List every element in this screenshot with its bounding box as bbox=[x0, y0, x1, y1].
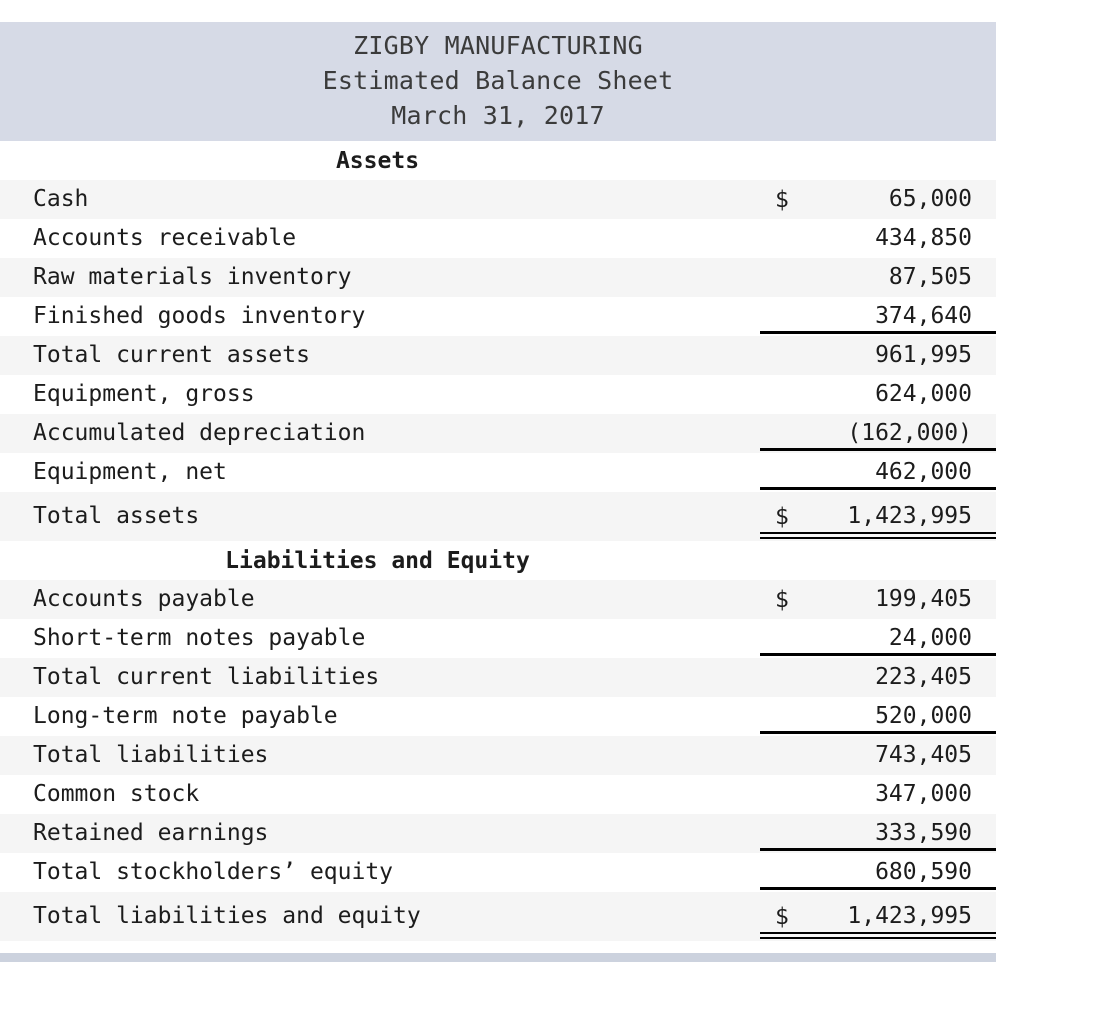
table-row: Common stock 347,000 bbox=[0, 775, 996, 814]
row-label: Equipment, net bbox=[33, 459, 227, 485]
row-amount: 87,505 bbox=[888, 264, 972, 290]
table-row: Accounts receivable 434,850 bbox=[0, 219, 996, 258]
company-name: ZIGBY MANUFACTURING bbox=[353, 31, 643, 60]
statement-date: March 31, 2017 bbox=[391, 101, 605, 130]
row-amount: (162,000) bbox=[847, 420, 972, 446]
row-label: Accounts receivable bbox=[33, 225, 297, 251]
row-amount: 624,000 bbox=[875, 381, 972, 407]
footer-bar bbox=[0, 953, 996, 962]
table-row: Accumulated depreciation (162,000) bbox=[0, 414, 996, 453]
row-label: Common stock bbox=[33, 781, 200, 807]
table-row: Finished goods inventory 374,640 bbox=[0, 297, 996, 336]
table-row: Retained earnings 333,590 bbox=[0, 814, 996, 853]
currency-symbol: $ bbox=[775, 503, 789, 530]
row-amount-cell: 743,405 bbox=[755, 736, 996, 775]
row-label: Accounts payable bbox=[33, 586, 255, 612]
table-row: Raw materials inventory 87,505 bbox=[0, 258, 996, 297]
row-label: Retained earnings bbox=[33, 820, 269, 846]
row-amount-cell: 333,590 bbox=[755, 814, 996, 853]
table-row: Equipment, gross 624,000 bbox=[0, 375, 996, 414]
row-label: Equipment, gross bbox=[33, 381, 255, 407]
table-row: Total stockholders’ equity 680,590 bbox=[0, 853, 996, 892]
row-amount-cell: $ 65,000 bbox=[755, 180, 996, 219]
table-row: Short-term notes payable 24,000 bbox=[0, 619, 996, 658]
section-heading-liabilities-label: Liabilities and Equity bbox=[225, 547, 530, 574]
row-amount: 680,590 bbox=[875, 859, 972, 885]
row-amount: 434,850 bbox=[875, 225, 972, 251]
table-row: Long-term note payable 520,000 bbox=[0, 697, 996, 736]
row-amount-cell: 347,000 bbox=[755, 775, 996, 814]
table-row: Accounts payable $ 199,405 bbox=[0, 580, 996, 619]
row-label: Finished goods inventory bbox=[33, 303, 366, 329]
row-amount: 743,405 bbox=[875, 742, 972, 768]
table-row: Equipment, net 462,000 bbox=[0, 453, 996, 492]
row-label: Cash bbox=[33, 186, 89, 212]
table-row: Total current liabilities 223,405 bbox=[0, 658, 996, 697]
row-label: Total liabilities bbox=[33, 742, 269, 768]
row-label: Total current liabilities bbox=[33, 664, 380, 690]
row-amount-cell: 462,000 bbox=[755, 453, 996, 492]
currency-symbol: $ bbox=[775, 186, 789, 213]
row-amount-cell: 624,000 bbox=[755, 375, 996, 414]
table-row: Total liabilities 743,405 bbox=[0, 736, 996, 775]
row-amount-cell: $ 1,423,995 bbox=[755, 492, 996, 541]
top-spacer bbox=[0, 0, 996, 22]
row-amount-cell: 87,505 bbox=[755, 258, 996, 297]
row-amount-cell: (162,000) bbox=[755, 414, 996, 453]
row-amount: 333,590 bbox=[875, 820, 972, 846]
row-amount-cell: $ 199,405 bbox=[755, 580, 996, 619]
row-label: Total current assets bbox=[33, 342, 310, 368]
row-amount-cell: 24,000 bbox=[755, 619, 996, 658]
row-amount-cell: $ 1,423,995 bbox=[755, 892, 996, 941]
statement-title: Estimated Balance Sheet bbox=[322, 66, 674, 95]
table-row-total: Total assets $ 1,423,995 bbox=[0, 492, 996, 541]
row-amount: 520,000 bbox=[875, 703, 972, 729]
row-label: Total liabilities and equity bbox=[33, 903, 421, 929]
row-amount-cell: 961,995 bbox=[755, 336, 996, 375]
statement-header: ZIGBY MANUFACTURING Estimated Balance Sh… bbox=[0, 22, 996, 141]
balance-sheet: ZIGBY MANUFACTURING Estimated Balance Sh… bbox=[0, 0, 996, 962]
currency-symbol: $ bbox=[775, 903, 789, 930]
row-amount-cell: 223,405 bbox=[755, 658, 996, 697]
row-amount-cell: 374,640 bbox=[755, 297, 996, 336]
section-heading-assets-label: Assets bbox=[335, 147, 420, 174]
row-amount-cell: 434,850 bbox=[755, 219, 996, 258]
section-heading-liabilities: Liabilities and Equity bbox=[0, 541, 996, 580]
row-amount: 961,995 bbox=[875, 342, 972, 368]
row-label: Raw materials inventory bbox=[33, 264, 352, 290]
bottom-gap bbox=[0, 941, 996, 953]
row-amount: 223,405 bbox=[875, 664, 972, 690]
row-label: Long-term note payable bbox=[33, 703, 338, 729]
row-label: Short-term notes payable bbox=[33, 625, 366, 651]
row-label: Total assets bbox=[33, 503, 200, 529]
section-heading-assets: Assets bbox=[0, 141, 996, 180]
table-row: Total current assets 961,995 bbox=[0, 336, 996, 375]
row-amount: 462,000 bbox=[875, 459, 972, 485]
table-row: Cash $ 65,000 bbox=[0, 180, 996, 219]
row-amount-cell: 680,590 bbox=[755, 853, 996, 892]
row-label: Accumulated depreciation bbox=[33, 420, 366, 446]
row-amount: 347,000 bbox=[875, 781, 972, 807]
table-row-total: Total liabilities and equity $ 1,423,995 bbox=[0, 892, 996, 941]
row-amount: 24,000 bbox=[888, 625, 972, 651]
row-label: Total stockholders’ equity bbox=[33, 859, 394, 885]
row-amount-cell: 520,000 bbox=[755, 697, 996, 736]
row-amount: 374,640 bbox=[875, 303, 972, 329]
currency-symbol: $ bbox=[775, 586, 789, 613]
